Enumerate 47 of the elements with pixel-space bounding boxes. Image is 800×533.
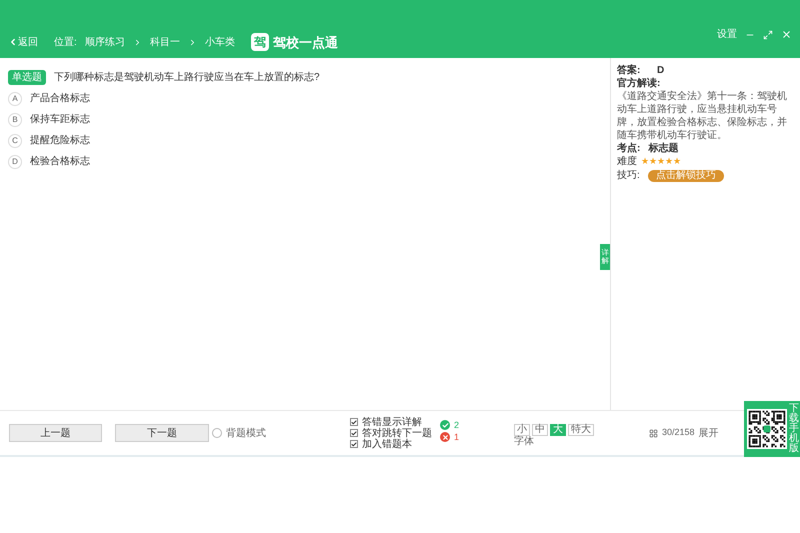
official-label: 官方解读: [617,77,662,90]
answer-option[interactable]: D 检验合格标志 [8,154,602,169]
answer-option[interactable]: A 产品合格标志 [8,91,602,106]
next-button[interactable]: 下一题 [115,424,209,442]
back-icon [8,37,18,48]
recite-mode-radio[interactable] [212,428,222,438]
star-icon: ★ [665,155,673,168]
star-icon: ★ [641,155,649,168]
wrong-count: 1 [454,431,460,443]
font-label: 字体 [514,436,536,448]
option-checkbox[interactable] [350,440,358,448]
qr-code [747,409,787,449]
point-label: 考点: [617,142,640,155]
star-icon: ★ [657,155,665,168]
answer-value: D [657,64,664,77]
answer-option[interactable]: B 保持车距标志 [8,112,602,127]
option-label: 答对跳转下一题 [362,428,432,438]
grid-icon [649,428,658,438]
correct-count: 2 [454,419,460,431]
star-icon: ★ [649,155,657,168]
option-label: 答错显示详解 [362,416,422,428]
close-icon[interactable] [781,29,792,40]
point-value: 标志题 [648,142,678,155]
difficulty-label: 难度 [617,155,637,168]
previous-button[interactable]: 上一题 [9,424,102,442]
expand-button[interactable]: 展开 [698,426,719,440]
option-label: 加入错题本 [362,438,412,450]
maximize-icon[interactable] [763,30,773,40]
option-checkbox[interactable] [350,429,358,437]
font-size-button[interactable]: 特大 [568,424,594,436]
correct-icon [440,420,450,430]
star-icon: ★ [673,155,681,168]
tip-label: 技巧: [617,169,640,182]
location-label: 位置: [54,36,77,50]
option-checkbox[interactable] [350,418,358,426]
answer-option[interactable]: C 提醒危险标志 [8,133,602,148]
logo-mark: 驾 [250,33,269,52]
recite-mode-label: 背题模式 [226,426,266,440]
official-text: 《道路交通安全法》第十一条：驾驶机动车上道路行驶，应当悬挂机动车号牌，放置检验合格标志、保险标志，并随车携带机动车行驶证。 [617,90,788,142]
question-text: 下列哪种标志是驾驶机动车上路行驶应当在车上放置的标志? [54,70,320,85]
answer-label: 答案: [617,64,642,77]
question-type-badge: 单选题 [8,70,46,85]
font-size-button[interactable]: 中 [532,424,548,436]
progress-text: 30/2158 [662,426,695,440]
logo-name: 驾校一点通 [272,34,338,52]
wrong-icon [440,432,450,442]
font-size-button[interactable]: 小 [514,424,530,436]
